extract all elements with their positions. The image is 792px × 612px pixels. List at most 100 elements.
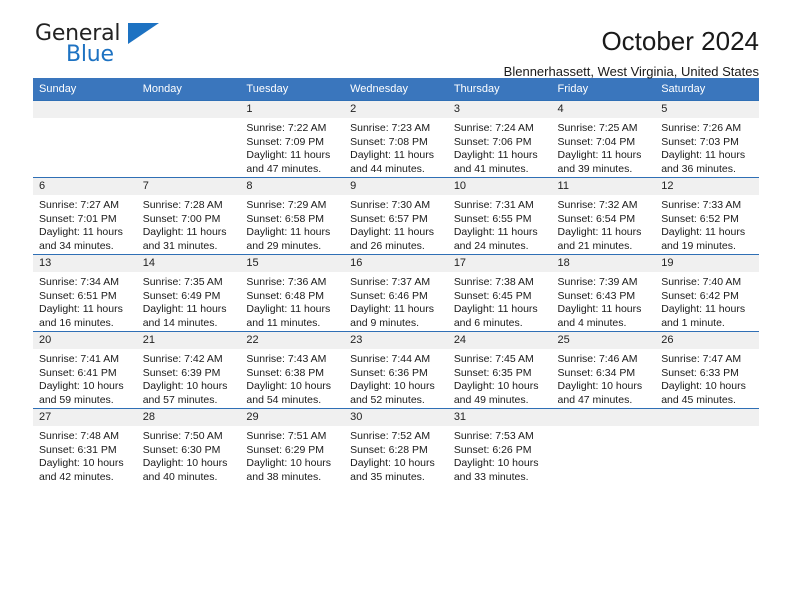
calendar-day-cell[interactable]: 23 Sunrise: 7:44 AM Sunset: 6:36 PM Dayligh…	[344, 331, 448, 409]
sunset-text: Sunset: 7:04 PM	[557, 135, 636, 148]
daylight-text: Daylight: 10 hours and 38 minutes.	[246, 457, 332, 483]
day-number: 26	[655, 332, 759, 349]
day-number: 18	[551, 255, 656, 272]
day-number: 28	[136, 409, 241, 426]
calendar-day-cell[interactable]: 10 Sunrise: 7:31 AM Sunset: 6:55 PM Dayligh…	[447, 177, 552, 255]
calendar-day-cell[interactable]: 15 Sunrise: 7:36 AM Sunset: 6:48 PM Dayligh…	[240, 254, 345, 332]
calendar-day-cell[interactable]: 24 Sunrise: 7:45 AM Sunset: 6:35 PM Dayligh…	[447, 331, 552, 409]
daylight-text: Daylight: 10 hours and 40 minutes.	[142, 457, 228, 483]
calendar-day-cell[interactable]: 1 Sunrise: 7:22 AM Sunset: 7:09 PM Daylight…	[240, 100, 345, 178]
daylight-text: Daylight: 10 hours and 49 minutes.	[453, 380, 539, 406]
day-details: Sunrise: 7:53 AM Sunset: 6:26 PM Daylight:…	[448, 426, 552, 484]
sunrise-text: Sunrise: 7:39 AM	[557, 276, 638, 288]
sunrise-text: Sunrise: 7:30 AM	[350, 199, 431, 211]
day-number	[33, 101, 137, 118]
sunset-text: Sunset: 6:31 PM	[39, 443, 117, 456]
calendar-day-cell[interactable]: 25 Sunrise: 7:46 AM Sunset: 6:34 PM Dayligh…	[551, 331, 656, 409]
page-title: October 2024	[601, 26, 759, 56]
calendar-day-cell[interactable]: 31 Sunrise: 7:53 AM Sunset: 6:26 PM Dayligh…	[447, 408, 552, 485]
sunset-text: Sunset: 6:39 PM	[142, 366, 221, 379]
day-details: Sunrise: 7:27 AM Sunset: 7:01 PM Daylight:…	[33, 195, 137, 253]
calendar-day-cell[interactable]: 28 Sunrise: 7:50 AM Sunset: 6:30 PM Dayligh…	[136, 408, 241, 485]
sunset-text: Sunset: 6:42 PM	[661, 289, 739, 302]
daylight-text: Daylight: 11 hours and 36 minutes.	[661, 149, 746, 175]
sunset-text: Sunset: 6:51 PM	[39, 289, 117, 302]
calendar-day-cell[interactable]: 27 Sunrise: 7:48 AM Sunset: 6:31 PM Dayligh…	[33, 408, 137, 485]
calendar-day-cell[interactable]: 6 Sunrise: 7:27 AM Sunset: 7:01 PM Daylight…	[33, 177, 137, 255]
day-number: 2	[344, 101, 448, 118]
day-number: 19	[655, 255, 759, 272]
day-number: 27	[33, 409, 137, 426]
sunrise-text: Sunrise: 7:27 AM	[39, 199, 119, 211]
calendar-day-cell[interactable]: 4 Sunrise: 7:25 AM Sunset: 7:04 PM Daylight…	[551, 100, 656, 178]
generalblue-logo[interactable]: General Blue	[33, 21, 253, 71]
daylight-text: Daylight: 11 hours and 26 minutes.	[350, 226, 434, 252]
sunrise-text: Sunrise: 7:46 AM	[557, 353, 638, 365]
calendar-day-cell[interactable]: 17 Sunrise: 7:38 AM Sunset: 6:45 PM Dayligh…	[447, 254, 552, 332]
day-details: Sunrise: 7:25 AM Sunset: 7:04 PM Daylight:…	[552, 118, 656, 176]
calendar-header-row: Sunday Monday Tuesday Wednesday Thursday Frid…	[33, 78, 759, 101]
sunrise-text: Sunrise: 7:48 AM	[39, 430, 119, 442]
day-details: Sunrise: 7:32 AM Sunset: 6:54 PM Daylight:…	[552, 195, 656, 253]
calendar-week-row: 27 Sunrise: 7:48 AM Sunset: 6:31 PM Dayligh…	[33, 408, 759, 485]
daylight-text: Daylight: 10 hours and 42 minutes.	[39, 457, 124, 483]
day-number: 16	[344, 255, 448, 272]
page-subtitle: Blennerhassett, West Virginia, United St…	[503, 64, 759, 79]
calendar-day-cell[interactable]: 26 Sunrise: 7:47 AM Sunset: 6:33 PM Dayligh…	[655, 331, 759, 409]
day-number: 30	[344, 409, 448, 426]
sunset-text: Sunset: 7:03 PM	[661, 135, 739, 148]
sunrise-text: Sunrise: 7:41 AM	[39, 353, 119, 365]
daylight-text: Daylight: 11 hours and 21 minutes.	[557, 226, 642, 252]
calendar-day-cell[interactable]: 18 Sunrise: 7:39 AM Sunset: 6:43 PM Dayligh…	[551, 254, 656, 332]
weekday-header-monday: Monday	[136, 78, 241, 101]
calendar-day-cell[interactable]: 3 Sunrise: 7:24 AM Sunset: 7:06 PM Daylight…	[447, 100, 552, 178]
weekday-header-saturday: Saturday	[655, 78, 759, 101]
sunrise-text: Sunrise: 7:40 AM	[661, 276, 742, 288]
sunset-text: Sunset: 6:46 PM	[350, 289, 428, 302]
day-details: Sunrise: 7:28 AM Sunset: 7:00 PM Daylight:…	[137, 195, 241, 253]
calendar-day-cell-empty	[551, 408, 656, 485]
calendar-day-cell[interactable]: 5 Sunrise: 7:26 AM Sunset: 7:03 PM Daylight…	[655, 100, 759, 178]
calendar-day-cell[interactable]: 20 Sunrise: 7:41 AM Sunset: 6:41 PM Dayligh…	[33, 331, 137, 409]
calendar-day-cell[interactable]: 29 Sunrise: 7:51 AM Sunset: 6:29 PM Dayligh…	[240, 408, 345, 485]
sunrise-text: Sunrise: 7:29 AM	[246, 199, 327, 211]
day-details: Sunrise: 7:39 AM Sunset: 6:43 PM Daylight:…	[552, 272, 656, 330]
day-details: Sunrise: 7:51 AM Sunset: 6:29 PM Daylight:…	[240, 426, 344, 484]
calendar-day-cell[interactable]: 2 Sunrise: 7:23 AM Sunset: 7:08 PM Daylight…	[344, 100, 448, 178]
day-number: 7	[136, 178, 241, 195]
daylight-text: Daylight: 11 hours and 19 minutes.	[661, 226, 746, 252]
day-number: 11	[551, 178, 656, 195]
calendar-day-cell[interactable]: 9 Sunrise: 7:30 AM Sunset: 6:57 PM Daylight…	[344, 177, 448, 255]
calendar-day-cell[interactable]: 8 Sunrise: 7:29 AM Sunset: 6:58 PM Daylight…	[240, 177, 345, 255]
calendar-day-cell[interactable]: 7 Sunrise: 7:28 AM Sunset: 7:00 PM Daylight…	[136, 177, 241, 255]
calendar-day-cell[interactable]: 30 Sunrise: 7:52 AM Sunset: 6:28 PM Dayligh…	[344, 408, 448, 485]
daylight-text: Daylight: 11 hours and 16 minutes.	[39, 303, 123, 329]
calendar-day-cell[interactable]: 12 Sunrise: 7:33 AM Sunset: 6:52 PM Dayligh…	[655, 177, 759, 255]
calendar-week-row: 20 Sunrise: 7:41 AM Sunset: 6:41 PM Dayligh…	[33, 331, 759, 409]
calendar-day-cell[interactable]: 14 Sunrise: 7:35 AM Sunset: 6:49 PM Dayligh…	[136, 254, 241, 332]
day-number	[551, 409, 656, 426]
day-details: Sunrise: 7:38 AM Sunset: 6:45 PM Daylight:…	[448, 272, 552, 330]
weekday-header-thursday: Thursday	[447, 78, 552, 101]
sunset-text: Sunset: 6:29 PM	[246, 443, 325, 456]
calendar-day-cell[interactable]: 11 Sunrise: 7:32 AM Sunset: 6:54 PM Dayligh…	[551, 177, 656, 255]
calendar-day-cell[interactable]: 21 Sunrise: 7:42 AM Sunset: 6:39 PM Dayligh…	[136, 331, 241, 409]
day-details: Sunrise: 7:24 AM Sunset: 7:06 PM Daylight:…	[448, 118, 552, 176]
sunset-text: Sunset: 7:08 PM	[350, 135, 428, 148]
sunrise-text: Sunrise: 7:33 AM	[661, 199, 742, 211]
calendar-day-cell[interactable]: 13 Sunrise: 7:34 AM Sunset: 6:51 PM Dayligh…	[33, 254, 137, 332]
day-number	[136, 101, 241, 118]
daylight-text: Daylight: 11 hours and 6 minutes.	[453, 303, 538, 329]
calendar-day-cell-empty	[33, 100, 137, 178]
sunrise-text: Sunrise: 7:28 AM	[142, 199, 223, 211]
daylight-text: Daylight: 10 hours and 57 minutes.	[142, 380, 228, 406]
calendar-day-cell[interactable]: 22 Sunrise: 7:43 AM Sunset: 6:38 PM Dayligh…	[240, 331, 345, 409]
weekday-header-wednesday: Wednesday	[344, 78, 448, 101]
calendar-day-cell[interactable]: 16 Sunrise: 7:37 AM Sunset: 6:46 PM Dayligh…	[344, 254, 448, 332]
sunset-text: Sunset: 6:36 PM	[350, 366, 428, 379]
daylight-text: Daylight: 11 hours and 29 minutes.	[246, 226, 331, 252]
day-number	[655, 409, 759, 426]
daylight-text: Daylight: 10 hours and 45 minutes.	[661, 380, 746, 406]
weekday-header-friday: Friday	[551, 78, 656, 101]
calendar-day-cell[interactable]: 19 Sunrise: 7:40 AM Sunset: 6:42 PM Dayligh…	[655, 254, 759, 332]
